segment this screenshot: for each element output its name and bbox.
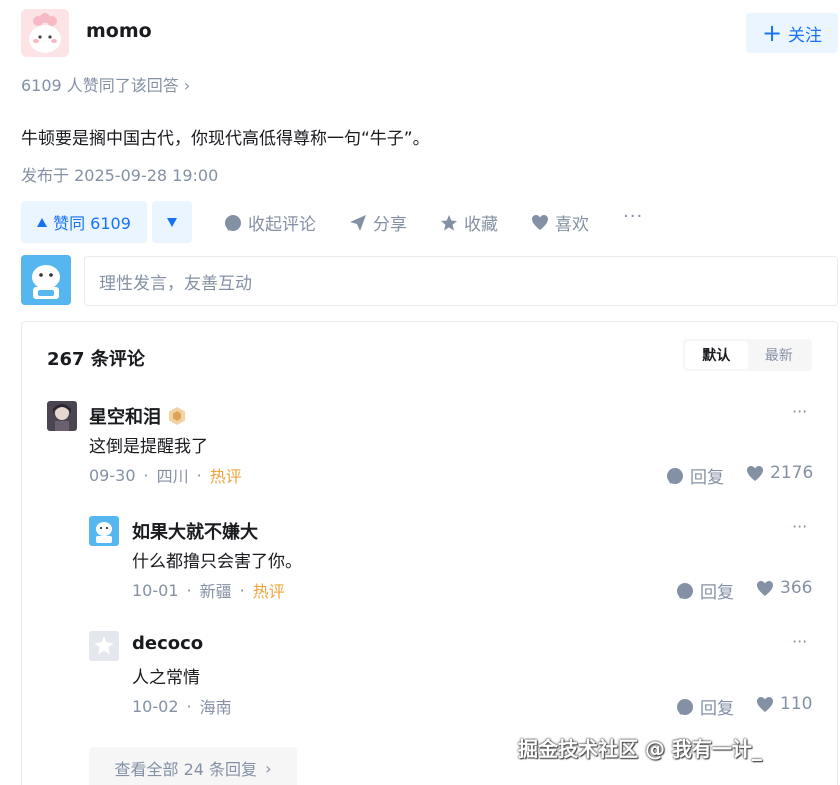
- comment-like-button[interactable]: 110: [756, 694, 812, 714]
- reply-button[interactable]: 回复: [666, 463, 724, 488]
- comment-date: 09-30: [89, 465, 136, 485]
- commenter-avatar[interactable]: [89, 516, 119, 546]
- plus-icon: +: [761, 19, 783, 47]
- like-label: 喜欢: [555, 215, 589, 235]
- meta-separator: ·: [143, 465, 149, 485]
- comment-text: 这倒是提醒我了: [89, 437, 208, 457]
- like-button[interactable]: 喜欢: [531, 210, 589, 235]
- comment-location: 新疆: [199, 582, 232, 601]
- comment-text: 人之常情: [132, 668, 200, 688]
- share-label: 分享: [373, 215, 407, 235]
- hot-comment-tag: 热评: [252, 582, 285, 601]
- meta-separator: ·: [186, 696, 192, 716]
- comment-more-button[interactable]: ···: [792, 402, 807, 421]
- reply-button[interactable]: 回复: [676, 694, 734, 719]
- comment-more-button[interactable]: ···: [792, 517, 807, 536]
- triangle-down-icon: [167, 217, 177, 227]
- favorite-button[interactable]: 收藏: [440, 210, 498, 235]
- meta-separator: ·: [186, 580, 192, 600]
- sort-default-tab[interactable]: 默认: [685, 341, 748, 369]
- my-avatar: [21, 255, 71, 305]
- comment-icon: [225, 214, 241, 231]
- comment-location: 海南: [199, 698, 232, 717]
- comments-count: 267 条评论: [47, 349, 145, 370]
- upvote-button[interactable]: 赞同 6109: [21, 201, 147, 243]
- meta-separator: ·: [239, 580, 245, 600]
- reply-button[interactable]: 回复: [676, 578, 734, 603]
- view-all-replies-button[interactable]: 查看全部 24 条回复 ›: [89, 747, 297, 785]
- commenter-avatar[interactable]: [89, 631, 119, 661]
- reply-label: 回复: [690, 468, 724, 488]
- paper-plane-icon: [350, 214, 366, 231]
- favorite-label: 收藏: [464, 215, 498, 235]
- heart-icon: [747, 465, 763, 481]
- reply-label: 回复: [700, 699, 734, 719]
- share-button[interactable]: 分享: [349, 210, 407, 235]
- view-all-label: 查看全部 24 条回复: [114, 760, 258, 779]
- answer-text: 牛顿要是搁中国古代，你现代高低得尊称一句“牛子”。: [21, 129, 430, 149]
- comment-text: 什么都撸只会害了你。: [132, 552, 302, 572]
- collapse-comments-label: 收起评论: [248, 215, 316, 235]
- commenter-avatar[interactable]: [47, 401, 77, 431]
- comment-author-name[interactable]: 如果大就不嫌大: [132, 518, 258, 544]
- collapse-comments-button[interactable]: 收起评论: [224, 210, 316, 235]
- comment-like-count: 110: [780, 694, 813, 714]
- meta-separator: ·: [196, 465, 202, 485]
- comment-like-button[interactable]: 366: [756, 578, 812, 598]
- triangle-up-icon: [37, 217, 48, 227]
- comment-date: 10-02: [132, 696, 179, 716]
- comment-input[interactable]: 理性发言，友善互动: [84, 256, 838, 306]
- heart-icon: [757, 580, 773, 596]
- heart-icon: [532, 215, 548, 230]
- comment-date: 10-01: [132, 580, 179, 600]
- heart-icon: [757, 696, 773, 712]
- comment-author-row: 星空和泪: [89, 403, 187, 429]
- comment-meta: 10-02 · 海南: [132, 694, 232, 718]
- comment-author-name[interactable]: 星空和泪: [89, 403, 161, 429]
- comment-icon: [677, 698, 693, 715]
- star-icon: [441, 214, 457, 230]
- upvote-label: 赞同 6109: [53, 214, 131, 233]
- comment-meta: 09-30 · 四川 · 热评: [89, 463, 242, 487]
- watermark: 掘金技术社区 @ 我有一计_: [518, 737, 762, 761]
- comment-location: 四川: [156, 467, 189, 486]
- reply-label: 回复: [700, 583, 734, 603]
- downvote-button[interactable]: [152, 201, 192, 243]
- comment-meta: 10-01 · 新疆 · 热评: [132, 578, 285, 602]
- comment-icon: [667, 467, 683, 484]
- comment-like-count: 2176: [770, 463, 814, 483]
- hot-comment-tag: 热评: [209, 467, 242, 486]
- follow-label: 关注: [788, 25, 823, 46]
- upvoted-count-link[interactable]: 6109 人赞同了该回答 ›: [21, 72, 190, 96]
- comment-more-button[interactable]: ···: [792, 632, 807, 651]
- more-actions-button[interactable]: ···: [623, 206, 643, 227]
- comment-author-name[interactable]: decoco: [132, 633, 203, 654]
- published-time: 发布于 2025-09-28 19:00: [21, 166, 219, 185]
- author-name[interactable]: momo: [86, 20, 152, 42]
- sort-switch: 默认 最新: [683, 339, 812, 371]
- comment-like-button[interactable]: 2176: [746, 463, 813, 483]
- author-avatar[interactable]: [21, 9, 69, 57]
- badge-icon: [169, 407, 185, 425]
- comment-icon: [677, 582, 693, 599]
- sort-latest-tab[interactable]: 最新: [748, 341, 811, 369]
- follow-button[interactable]: + 关注: [746, 13, 838, 53]
- chevron-right-icon: ›: [265, 758, 272, 778]
- comment-like-count: 366: [780, 578, 813, 598]
